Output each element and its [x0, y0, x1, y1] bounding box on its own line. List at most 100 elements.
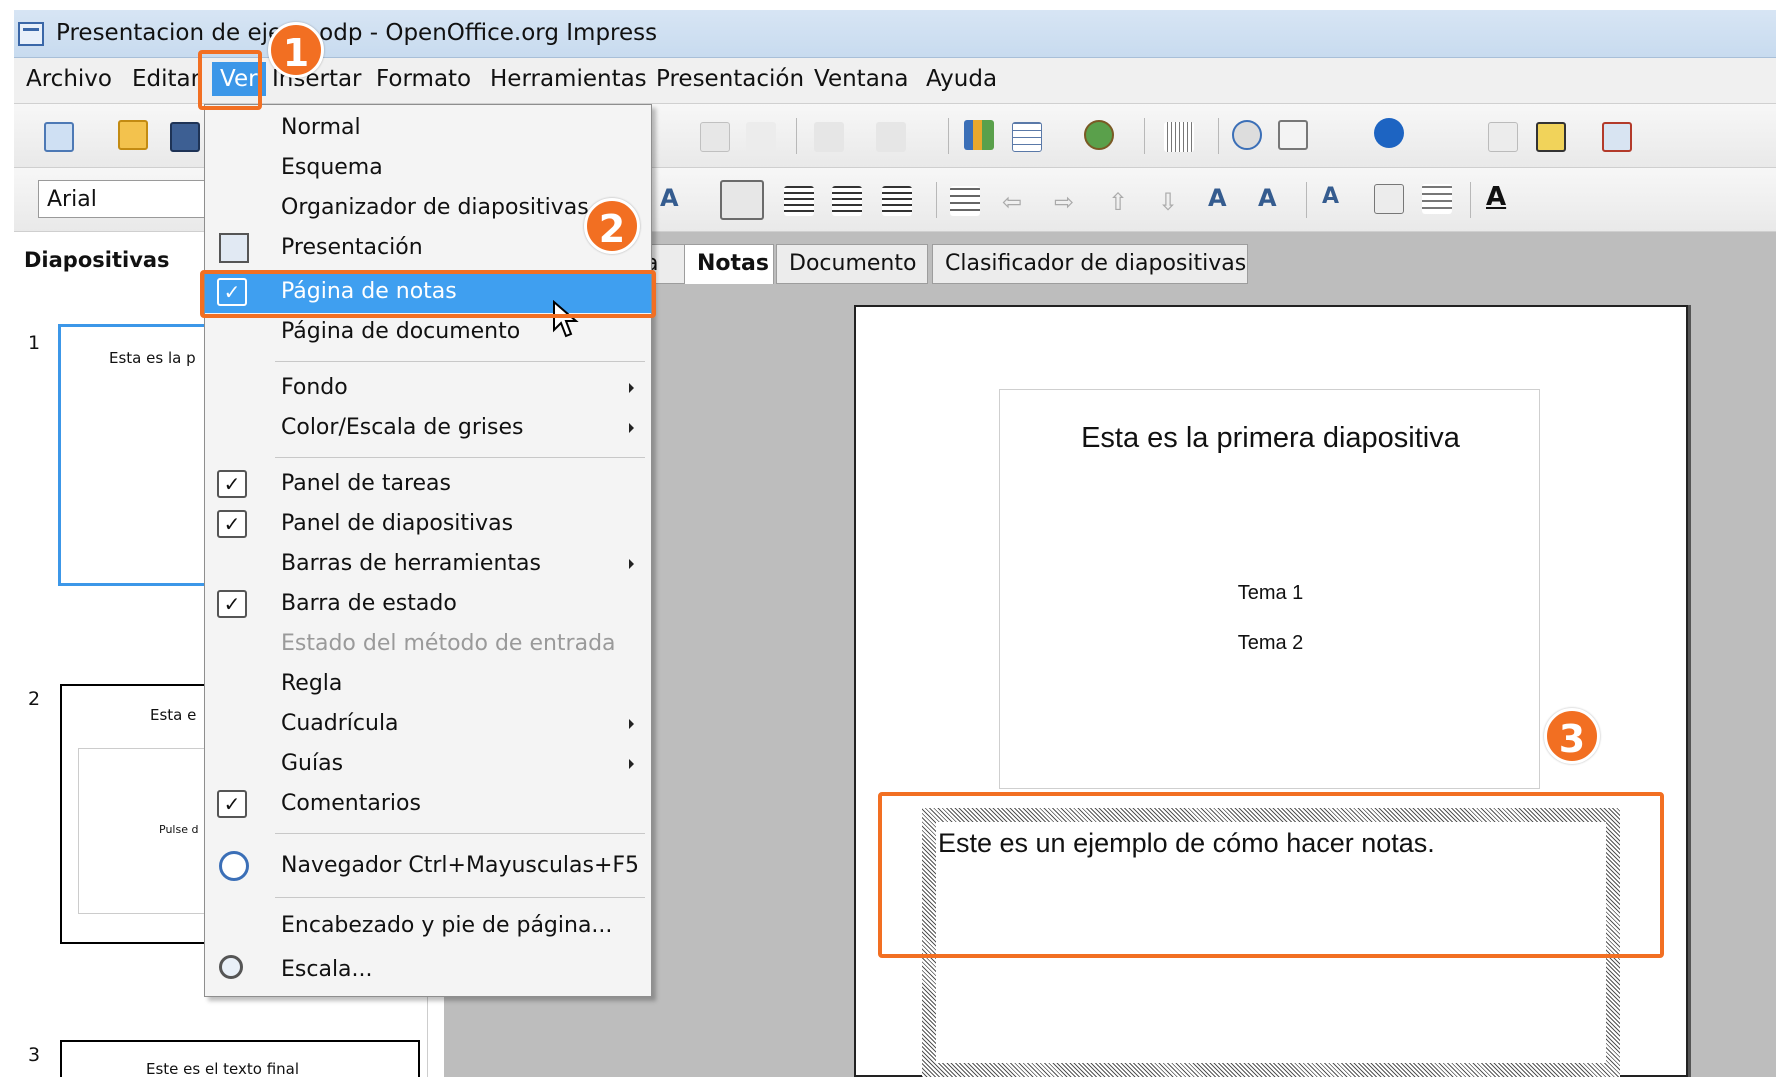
submenu-arrow-icon — [629, 423, 634, 433]
slide-thumbnail-title: Esta es la p — [109, 349, 196, 367]
checkmark-icon: ✓ — [217, 790, 247, 818]
decrease-spacing-icon[interactable]: A — [1258, 184, 1288, 214]
menu-item-comentarios[interactable]: ✓ Comentarios — [205, 785, 651, 823]
menu-item-label: Estado del método de entrada — [281, 631, 616, 656]
menu-formato[interactable]: Formato — [376, 66, 471, 92]
slide-title: Esta es la primera diapositiva — [1081, 422, 1460, 454]
move-up-icon[interactable]: ⇧ — [1108, 188, 1138, 218]
slide-bullet: Tema 1 — [1237, 582, 1304, 604]
slide-thumbnail-subtext: Pulse d — [159, 823, 199, 836]
menu-item-label: Barras de herramientas — [281, 551, 541, 576]
slide-thumbnail-title: Este es el texto final — [146, 1060, 300, 1077]
align-center-icon[interactable] — [784, 186, 814, 216]
menu-item-label: Comentarios — [281, 791, 421, 816]
font-name-field[interactable]: Arial — [38, 180, 228, 218]
redo-icon[interactable] — [876, 122, 906, 152]
zoom-toolbar-icon[interactable] — [1278, 120, 1308, 150]
menu-item-label: Esquema — [281, 155, 383, 180]
menu-item-label: Regla — [281, 671, 343, 696]
menu-item-regla[interactable]: Regla — [205, 665, 651, 703]
submenu-arrow-icon — [629, 383, 634, 393]
annotation-highlight-ver — [198, 50, 262, 110]
demote-icon[interactable]: ⇨ — [1054, 188, 1084, 218]
menu-ayuda[interactable]: Ayuda — [926, 66, 997, 92]
slide-number: 2 — [28, 688, 41, 710]
navigator-toolbar-icon[interactable] — [1232, 120, 1262, 150]
menu-item-label: Presentación — [281, 235, 423, 260]
tab-clasificador[interactable]: Clasificador de diapositivas — [932, 244, 1248, 284]
align-left-icon[interactable] — [720, 180, 764, 220]
menu-presentacion[interactable]: Presentación — [656, 66, 804, 92]
menu-item-presentacion[interactable]: Presentación — [205, 229, 651, 267]
start-presentation-icon[interactable] — [1602, 122, 1632, 152]
annotation-badge: 2 — [584, 198, 640, 254]
undo-icon[interactable] — [814, 122, 844, 152]
menu-item-label: Fondo — [281, 375, 348, 400]
checkmark-icon: ✓ — [217, 590, 247, 618]
slide-layout-icon[interactable] — [1488, 122, 1518, 152]
paragraph-icon[interactable] — [1374, 184, 1404, 214]
menu-herramientas[interactable]: Herramientas — [490, 66, 647, 92]
help-icon[interactable] — [1374, 118, 1404, 148]
move-down-icon[interactable]: ⇩ — [1158, 188, 1188, 218]
menu-item-label: Página de documento — [281, 319, 521, 344]
menu-item-encabezado[interactable]: Encabezado y pie de página... — [205, 907, 651, 945]
slide-thumbnail[interactable]: Este es el texto final — [60, 1040, 420, 1077]
menu-item-pagina-de-documento[interactable]: Página de documento — [205, 313, 651, 351]
menu-item-label: Cuadrícula — [281, 711, 399, 736]
menu-item-label: Normal — [281, 115, 361, 140]
menu-ventana[interactable]: Ventana — [814, 66, 908, 92]
align-right-icon[interactable] — [832, 186, 862, 216]
menu-item-label: Navegador Ctrl+Mayusculas+F5 — [281, 853, 640, 878]
submenu-arrow-icon — [629, 719, 634, 729]
menu-item-escala[interactable]: Escala... — [205, 951, 651, 989]
impress-app-icon — [18, 22, 44, 46]
tab-notas[interactable]: Notas — [684, 244, 774, 284]
menu-item-barras-de-herramientas[interactable]: Barras de herramientas — [205, 545, 651, 583]
menu-item-label: Organizador de diapositivas — [281, 195, 589, 220]
menu-item-color-escala[interactable]: Color/Escala de grises — [205, 409, 651, 447]
slide-preview[interactable]: Esta es la primera diapositiva Tema 1 Te… — [999, 389, 1540, 789]
menu-item-panel-de-tareas[interactable]: ✓ Panel de tareas — [205, 465, 651, 503]
annotation-highlight-pagina-notas — [200, 270, 656, 318]
submenu-arrow-icon — [629, 759, 634, 769]
menu-item-label: Guías — [281, 751, 344, 776]
view-menu-dropdown: Normal Esquema Organizador de diapositiv… — [204, 104, 652, 997]
bullets-numbering-icon[interactable] — [1422, 184, 1452, 214]
menu-item-panel-de-diapositivas[interactable]: ✓ Panel de diapositivas — [205, 505, 651, 543]
menu-item-label: Color/Escala de grises — [281, 415, 524, 440]
menu-item-estado-metodo-entrada: Estado del método de entrada — [205, 625, 651, 663]
menu-item-label: Panel de diapositivas — [281, 511, 514, 536]
chart-icon[interactable] — [964, 120, 994, 150]
increase-spacing-icon[interactable]: A — [1208, 184, 1238, 214]
paste-icon[interactable] — [700, 122, 730, 152]
slide-thumbnail-title: Esta e — [150, 706, 197, 724]
shrink-font-icon[interactable]: A — [660, 184, 690, 214]
menu-item-cuadricula[interactable]: Cuadrícula — [205, 705, 651, 743]
table-icon[interactable] — [1012, 122, 1042, 152]
character-icon[interactable]: A — [1322, 184, 1352, 214]
menu-item-navegador[interactable]: Navegador Ctrl+Mayusculas+F5 — [205, 847, 651, 885]
grid-icon[interactable] — [1164, 122, 1194, 152]
menu-item-barra-de-estado[interactable]: ✓ Barra de estado — [205, 585, 651, 623]
bullets-icon[interactable] — [950, 186, 980, 216]
tab-documento[interactable]: Documento — [776, 244, 928, 284]
menu-item-label: Encabezado y pie de página... — [281, 913, 613, 938]
promote-icon[interactable]: ⇦ — [1002, 188, 1032, 218]
justify-icon[interactable] — [882, 186, 912, 216]
menu-item-guias[interactable]: Guías — [205, 745, 651, 783]
open-folder-icon[interactable] — [118, 120, 148, 150]
navigator-icon — [219, 851, 249, 881]
menu-item-fondo[interactable]: Fondo — [205, 369, 651, 407]
menu-archivo[interactable]: Archivo — [26, 66, 112, 92]
slide-design-icon[interactable] — [1536, 122, 1566, 152]
annotation-badge: 3 — [1544, 708, 1600, 764]
gallery-icon[interactable] — [1084, 120, 1114, 150]
font-color-icon[interactable]: A — [1486, 182, 1516, 212]
format-paintbrush-icon[interactable] — [746, 122, 776, 152]
menu-item-normal[interactable]: Normal — [205, 109, 651, 147]
new-document-icon[interactable] — [44, 122, 74, 152]
menu-item-esquema[interactable]: Esquema — [205, 149, 651, 187]
save-icon[interactable] — [170, 122, 200, 152]
menu-editar[interactable]: Editar — [132, 66, 200, 92]
